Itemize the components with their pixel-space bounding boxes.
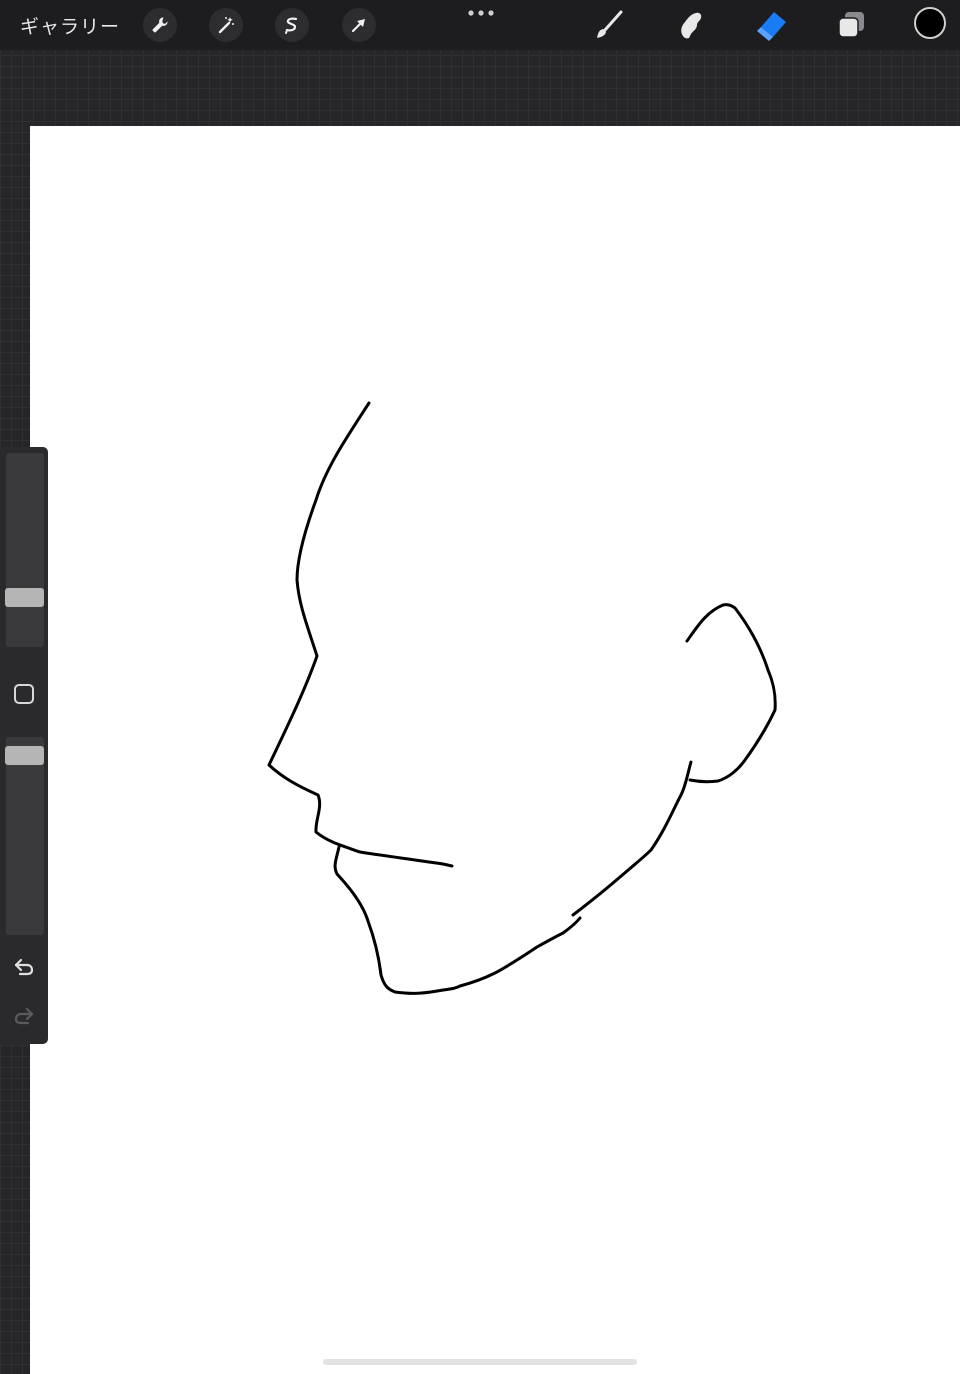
- more-dots-icon[interactable]: [466, 6, 496, 20]
- top-toolbar: ギャラリー: [0, 0, 960, 50]
- brush-opacity-slider[interactable]: [5, 737, 44, 935]
- home-indicator: [323, 1359, 637, 1365]
- profile-stroke: [267, 401, 454, 868]
- side-toolbar: [0, 447, 48, 1044]
- face-profile-sketch: [267, 401, 777, 995]
- selection-button[interactable]: [275, 8, 309, 42]
- undo-arrow-icon[interactable]: [12, 954, 36, 978]
- eraser-icon[interactable]: [752, 6, 790, 44]
- color-swatch[interactable]: [914, 7, 946, 39]
- wrench-icon: [152, 17, 168, 33]
- magic-wand-icon: [218, 17, 234, 34]
- redo-arrow-icon[interactable]: [12, 1003, 36, 1027]
- layers-icon[interactable]: [832, 6, 870, 44]
- selection-icon: [285, 17, 298, 34]
- transform-button[interactable]: [342, 8, 376, 42]
- gallery-button[interactable]: ギャラリー: [20, 12, 120, 39]
- jaw-stroke: [333, 845, 582, 995]
- brush-icon[interactable]: [590, 6, 628, 44]
- cheek-stroke: [571, 760, 693, 917]
- drawing-canvas[interactable]: [30, 126, 960, 1374]
- brush-size-slider[interactable]: [5, 453, 44, 647]
- square-modify-icon[interactable]: [13, 683, 35, 705]
- actions-button[interactable]: [143, 8, 177, 42]
- brush-opacity-thumb[interactable]: [5, 745, 44, 765]
- smudge-icon[interactable]: [671, 6, 709, 44]
- brush-size-thumb[interactable]: [5, 587, 44, 607]
- ear-stroke: [685, 603, 777, 784]
- transform-arrow-icon: [351, 19, 365, 33]
- adjustments-button[interactable]: [209, 8, 243, 42]
